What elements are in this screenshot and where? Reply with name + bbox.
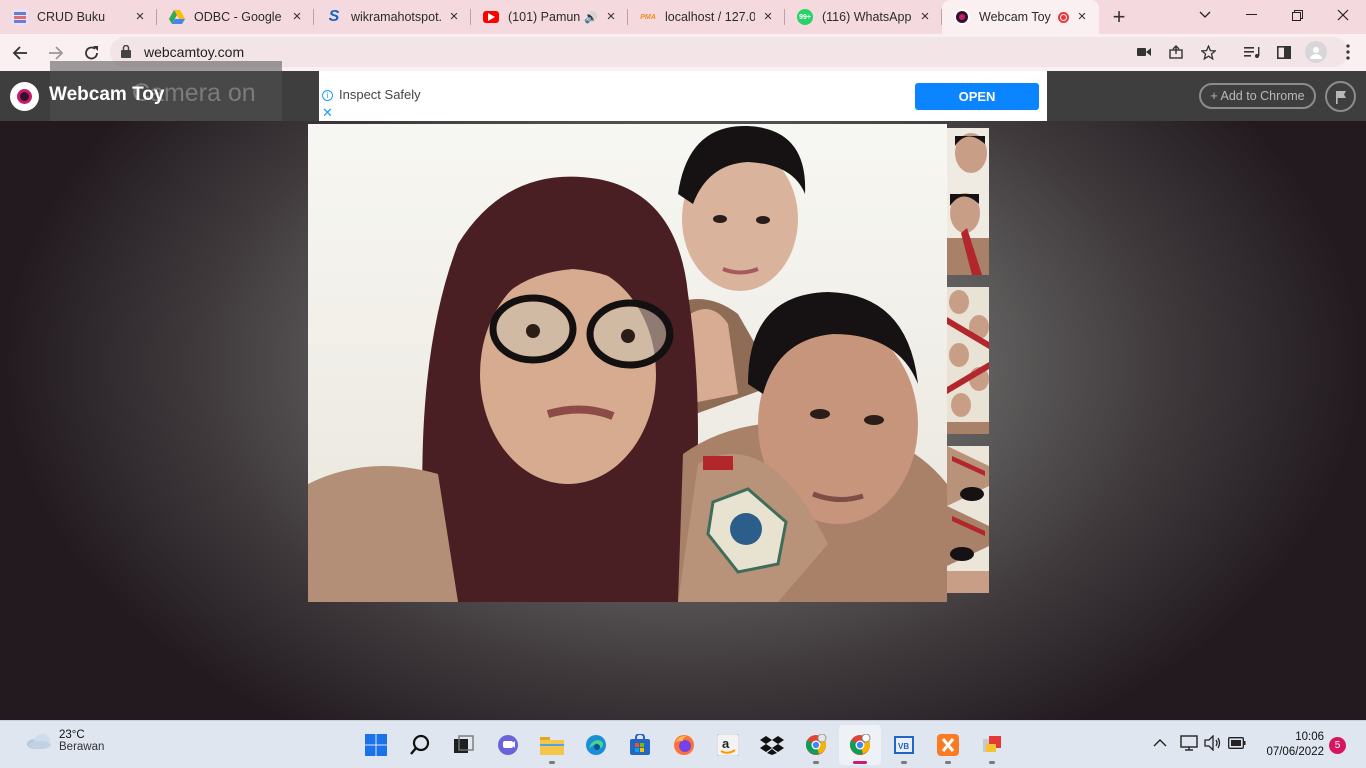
effect-thumbnail[interactable]: [947, 287, 989, 434]
tab-title: localhost / 127.0: [665, 10, 755, 24]
tab-wikramahotspot[interactable]: S wikramahotspot. ×: [314, 0, 471, 34]
battery-icon[interactable]: [1228, 733, 1246, 753]
camera-in-use-icon[interactable]: [1129, 37, 1159, 67]
tab-title: CRUD Buku: [37, 10, 106, 24]
minimize-icon[interactable]: [1228, 0, 1274, 30]
tab-webcam-toy[interactable]: Webcam Toy ×: [942, 0, 1099, 34]
tab-title: (101) Pamun: [508, 10, 581, 24]
restore-icon[interactable]: [1274, 0, 1320, 30]
effect-thumbnail[interactable]: [947, 128, 989, 275]
chrome-icon[interactable]: [839, 725, 881, 765]
weather-widget[interactable]: 23°C Berawan: [26, 729, 104, 753]
ad-banner[interactable]: i ✕ Inspect Safely OPEN: [319, 71, 1047, 121]
ad-open-button[interactable]: OPEN: [915, 83, 1039, 110]
close-tab-icon[interactable]: ×: [918, 9, 932, 24]
tab-localhost[interactable]: PMA localhost / 127.0 ×: [628, 0, 785, 34]
tab-title: (116) WhatsApp: [822, 10, 912, 24]
google-drive-icon: [169, 9, 185, 25]
clock-time: 10:06: [1295, 731, 1324, 743]
windows-taskbar: 23°C Berawan a VB 10:06 07/06/2022 5: [0, 720, 1366, 768]
side-panel-icon[interactable]: [1268, 36, 1300, 68]
svg-text:VB: VB: [898, 742, 909, 751]
teams-chat-icon[interactable]: [487, 725, 529, 765]
notification-badge[interactable]: 5: [1329, 737, 1346, 754]
clock[interactable]: 10:06 07/06/2022: [1254, 730, 1324, 760]
volume-icon[interactable]: [1204, 733, 1222, 753]
new-tab-button[interactable]: +: [1099, 0, 1139, 34]
cloud-icon: [26, 733, 52, 749]
phpmyadmin-icon: PMA: [640, 13, 656, 21]
address-bar[interactable]: webcamtoy.com: [110, 37, 1348, 67]
share-icon[interactable]: [1161, 37, 1191, 67]
webcam-toy-icon: [954, 9, 970, 25]
back-button[interactable]: [4, 37, 36, 69]
whatsapp-icon: 99+: [797, 9, 813, 25]
ad-text[interactable]: Inspect Safely: [339, 87, 421, 102]
weather-condition: Berawan: [59, 741, 105, 753]
effect-thumbnails: [947, 128, 989, 605]
tab-title: ODBC - Google D: [194, 10, 284, 24]
s-logo-icon: S: [328, 8, 340, 25]
tab-odbc[interactable]: ODBC - Google D ×: [157, 0, 314, 34]
close-tab-icon[interactable]: ×: [761, 9, 775, 24]
tab-whatsapp[interactable]: 99+ (116) WhatsApp ×: [785, 0, 942, 34]
tab-title: Webcam Toy: [979, 10, 1051, 24]
svg-text:a: a: [722, 736, 730, 751]
webcam-toy-logo-icon[interactable]: [10, 82, 39, 111]
recording-icon: [1058, 11, 1069, 23]
tab-title: wikramahotspot.: [351, 10, 441, 24]
taskbar-apps: a VB: [355, 725, 1015, 765]
close-tab-icon[interactable]: ×: [447, 9, 461, 24]
file-explorer-icon[interactable]: [531, 725, 573, 765]
tab-strip: CRUD Buku × ODBC - Google D × S wikramah…: [0, 0, 1366, 34]
tab-crud-buku[interactable]: CRUD Buku ×: [0, 0, 157, 34]
tab-search-icon[interactable]: [1182, 0, 1228, 30]
close-tab-icon[interactable]: ×: [133, 9, 147, 24]
network-icon[interactable]: [1180, 733, 1198, 753]
webcam-toy-page: Camera on Webcam Toy i ✕ Inspect Safely …: [0, 61, 1366, 720]
profile-avatar[interactable]: [1300, 36, 1332, 68]
url-text[interactable]: webcamtoy.com: [144, 44, 244, 60]
audio-playing-icon[interactable]: 🔊: [584, 11, 598, 24]
microsoft-store-icon[interactable]: [619, 725, 661, 765]
amazon-icon[interactable]: a: [707, 725, 749, 765]
close-tab-icon[interactable]: ×: [290, 9, 304, 24]
tab-youtube[interactable]: (101) Pamun 🔊 ×: [471, 0, 628, 34]
add-to-chrome-button[interactable]: + Add to Chrome: [1199, 83, 1316, 109]
ad-close-icon[interactable]: ✕: [322, 105, 333, 121]
media-control-icon[interactable]: [1236, 36, 1268, 68]
start-button[interactable]: [355, 725, 397, 765]
visual-basic-icon[interactable]: VB: [883, 725, 925, 765]
close-tab-icon[interactable]: ×: [604, 9, 618, 24]
bookmark-star-icon[interactable]: [1193, 37, 1223, 67]
chrome-menu-icon[interactable]: [1332, 36, 1364, 68]
dropbox-icon[interactable]: [751, 725, 793, 765]
show-hidden-icons[interactable]: [1153, 733, 1167, 753]
webcam-video-feed[interactable]: [308, 124, 947, 602]
close-window-icon[interactable]: [1320, 0, 1366, 30]
task-view-icon[interactable]: [443, 725, 485, 765]
close-tab-icon[interactable]: ×: [1075, 9, 1089, 24]
youtube-icon: [483, 11, 499, 23]
edge-icon[interactable]: [575, 725, 617, 765]
flag-icon[interactable]: [1325, 81, 1356, 112]
ad-info-icon[interactable]: i: [322, 90, 333, 101]
xampp-icon[interactable]: [927, 725, 969, 765]
document-icon: [12, 9, 28, 25]
weather-temperature: 23°C: [59, 729, 85, 741]
effect-thumbnail[interactable]: [947, 446, 989, 593]
search-icon[interactable]: [399, 725, 441, 765]
firefox-icon[interactable]: [663, 725, 705, 765]
chrome-profile-icon[interactable]: [795, 725, 837, 765]
app-icon[interactable]: [971, 725, 1013, 765]
clock-date: 07/06/2022: [1266, 746, 1324, 758]
brand-name[interactable]: Webcam Toy: [49, 84, 164, 106]
